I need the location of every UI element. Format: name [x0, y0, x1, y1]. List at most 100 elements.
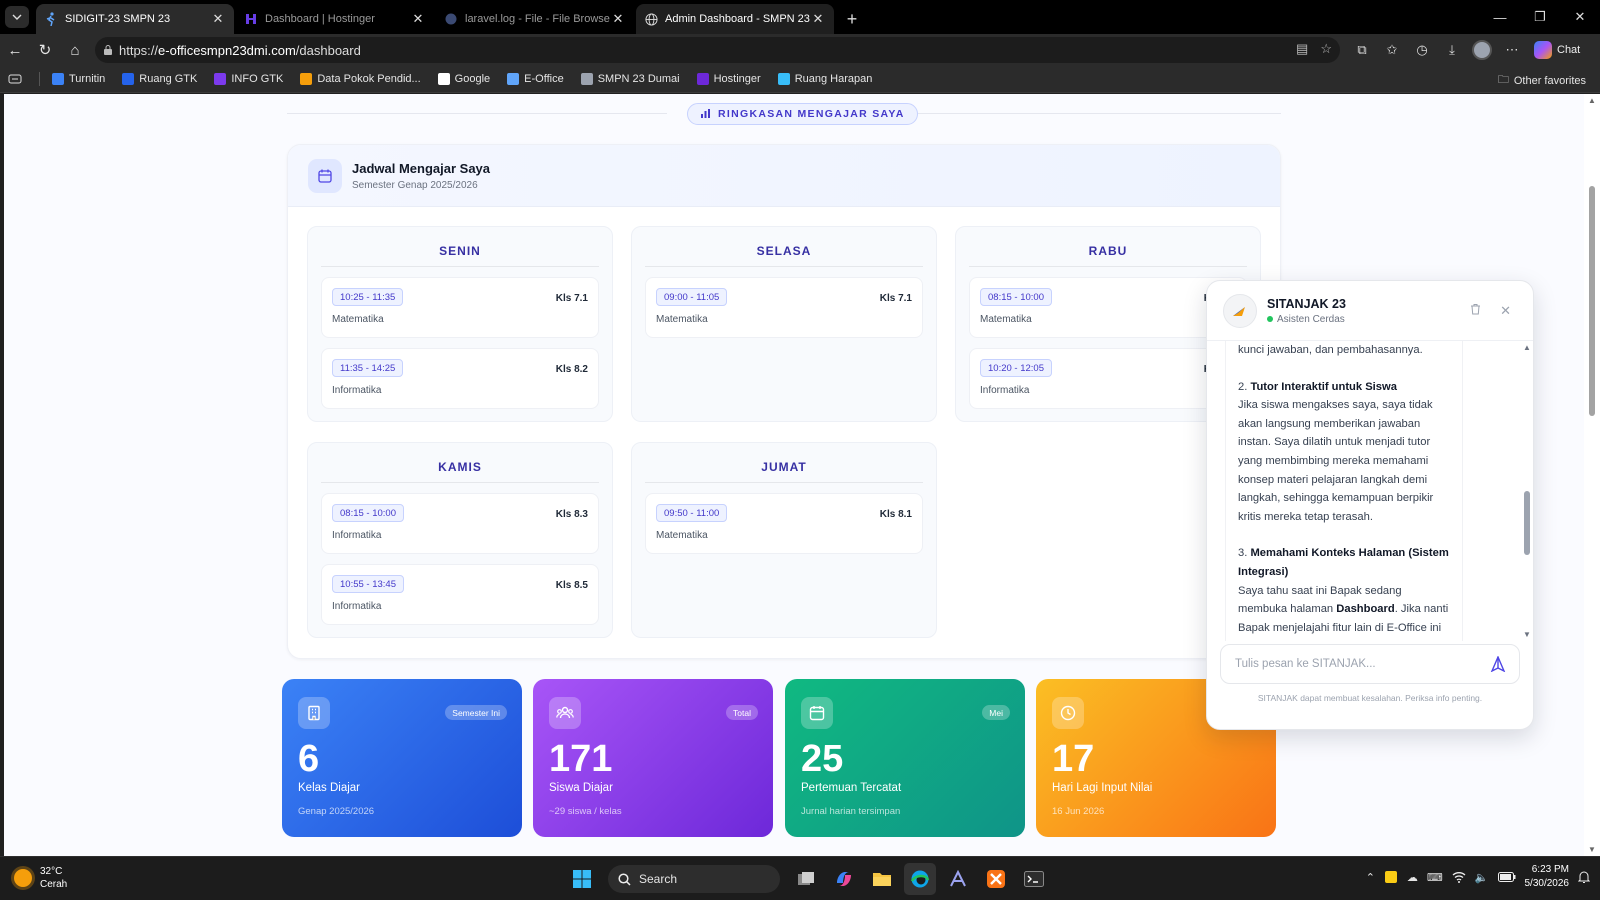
time-badge: 09:50 - 11:00: [656, 504, 728, 522]
scroll-up-icon[interactable]: ▲: [1588, 96, 1596, 105]
scroll-up-icon[interactable]: ▲: [1523, 343, 1531, 352]
favorite-icon: [437, 73, 450, 85]
weather-widget[interactable]: 32°C Cerah: [14, 865, 67, 891]
notes-app-icon[interactable]: [1384, 870, 1398, 884]
copilot-app-icon[interactable]: [828, 863, 860, 895]
schedule-header: Jadwal Mengajar Saya Semester Genap 2025…: [288, 145, 1280, 207]
scrollbar-thumb[interactable]: [1589, 186, 1595, 416]
folder-icon: 🗀: [1497, 74, 1509, 86]
tab-actions-button[interactable]: [0, 0, 34, 34]
task-view-icon[interactable]: [790, 863, 822, 895]
back-button[interactable]: ←: [0, 35, 30, 65]
schedule-slot[interactable]: 09:00 - 11:05 Kls 7.1 Matematika: [645, 277, 923, 338]
chat-scroll-thumb[interactable]: [1524, 491, 1530, 555]
close-icon[interactable]: ✕: [1500, 303, 1511, 319]
close-tab-icon[interactable]: ✕: [210, 11, 226, 27]
volume-icon[interactable]: 🔈: [1475, 871, 1489, 884]
restore-icon[interactable]: ❐: [1520, 0, 1560, 34]
chat-scrollbar[interactable]: ▲ ▼: [1522, 343, 1532, 639]
minimize-icon[interactable]: —: [1480, 0, 1520, 34]
favorite-link[interactable]: Google: [437, 73, 490, 85]
time-badge: 10:25 - 11:35: [332, 288, 404, 306]
copilot-chat-button[interactable]: Chat: [1534, 41, 1580, 59]
notifications-icon[interactable]: [1578, 870, 1590, 884]
page-scrollbar[interactable]: ▲ ▼: [1584, 94, 1600, 856]
favorite-link[interactable]: Ruang GTK: [122, 73, 197, 85]
tab-sidigit[interactable]: SIDIGIT-23 SMPN 23 ✕: [36, 4, 234, 34]
tab-hostinger[interactable]: Dashboard | Hostinger ✕: [236, 4, 434, 34]
schedule-slot[interactable]: 10:55 - 13:45 Kls 8.5 Informatika: [321, 564, 599, 625]
class-label: Kls 7.1: [555, 293, 588, 304]
divider: [907, 113, 1281, 114]
copilot-icon: [1534, 41, 1552, 59]
terminal-icon[interactable]: [1018, 863, 1050, 895]
new-tab-button[interactable]: +: [838, 4, 866, 34]
day-name: RABU: [969, 227, 1247, 267]
address-bar[interactable]: https://e-officesmpn23dmi.com/dashboard …: [95, 37, 1340, 63]
chat-header: SITANJAK 23 Asisten Cerdas ✕: [1207, 281, 1533, 341]
stat-card[interactable]: Total 171 Siswa Diajar ~29 siswa / kelas: [533, 679, 773, 837]
more-menu-icon[interactable]: ⋯: [1500, 38, 1524, 62]
favorite-link[interactable]: E-Office: [507, 73, 564, 85]
wifi-icon[interactable]: [1452, 871, 1466, 883]
schedule-slot[interactable]: 09:50 - 11:00 Kls 8.1 Matematika: [645, 493, 923, 554]
taskbar-search[interactable]: Search: [608, 865, 780, 893]
extensions-icon[interactable]: ⧉: [1350, 38, 1374, 62]
tab-admin-dashboard[interactable]: Admin Dashboard - SMPN 23 Dumai ✕: [636, 4, 834, 34]
stat-card[interactable]: Semester Ini 6 Kelas Diajar Genap 2025/2026: [282, 679, 522, 837]
keyboard-icon[interactable]: ⌨: [1427, 871, 1443, 884]
clock[interactable]: 6:23 PM 5/30/2026: [1525, 863, 1570, 891]
schedule-slot[interactable]: 11:35 - 14:25 Kls 8.2 Informatika: [321, 348, 599, 409]
scroll-down-icon[interactable]: ▼: [1588, 845, 1596, 854]
favorite-link[interactable]: Data Pokok Pendid...: [300, 73, 421, 85]
favorite-link[interactable]: Hostinger: [696, 73, 761, 85]
vscode-like-icon[interactable]: [942, 863, 974, 895]
file-explorer-icon[interactable]: [866, 863, 898, 895]
schedule-slot[interactable]: 10:25 - 11:35 Kls 7.1 Matematika: [321, 277, 599, 338]
xampp-icon[interactable]: [980, 863, 1012, 895]
globe-icon: [644, 12, 658, 26]
downloads-icon[interactable]: ⤓: [1440, 38, 1464, 62]
close-window-icon[interactable]: ✕: [1560, 0, 1600, 34]
bar-chart-icon: [700, 109, 711, 119]
class-label: Kls 8.3: [555, 509, 588, 520]
schedule-title: Jadwal Mengajar Saya: [352, 160, 491, 176]
close-tab-icon[interactable]: ✕: [610, 11, 626, 27]
schedule-subtitle: Semester Genap 2025/2026: [352, 179, 478, 191]
profile-avatar[interactable]: [1470, 38, 1494, 62]
subject-label: Informatika: [332, 601, 382, 612]
close-tab-icon[interactable]: ✕: [810, 11, 826, 27]
favorites-icon[interactable]: ✩: [1380, 38, 1404, 62]
favorite-link[interactable]: Turnitin: [52, 73, 105, 85]
history-icon[interactable]: ◷: [1410, 38, 1434, 62]
tab-title: Dashboard | Hostinger: [265, 13, 375, 25]
battery-icon[interactable]: [1497, 872, 1516, 882]
favorite-icon: [580, 73, 593, 85]
edge-icon[interactable]: [904, 863, 936, 895]
close-tab-icon[interactable]: ✕: [410, 11, 426, 27]
chat-message-input[interactable]: Tulis pesan ke SITANJAK...: [1220, 644, 1520, 684]
star-icon[interactable]: ☆: [1320, 41, 1332, 57]
send-icon[interactable]: [1490, 656, 1506, 672]
start-button[interactable]: [566, 863, 598, 895]
favorite-link[interactable]: SMPN 23 Dumai: [580, 73, 680, 85]
favorites-bar: Turnitin Ruang GTK INFO GTK Data Pokok Pend…: [0, 66, 1600, 93]
tab-file-browser[interactable]: laravel.log - File - File Browser ✕: [436, 4, 634, 34]
tab-title: SIDIGIT-23 SMPN 23: [65, 13, 171, 25]
stat-card[interactable]: Mei 25 Pertemuan Tercatat Jurnal harian ter…: [785, 679, 1025, 837]
chevron-up-icon[interactable]: ⌃: [1366, 871, 1375, 884]
other-favorites[interactable]: 🗀 Other favorites: [1498, 71, 1586, 90]
refresh-button[interactable]: ↻: [30, 35, 60, 65]
stat-subtext: 16 Jun 2026: [1052, 806, 1105, 817]
schedule-slot[interactable]: 08:15 - 10:00 Kls 8.3 Informatika: [321, 493, 599, 554]
tab-actions-icon[interactable]: [8, 74, 22, 84]
onedrive-icon[interactable]: ☁: [1407, 871, 1418, 884]
building-icon: [298, 697, 330, 729]
favorite-link[interactable]: INFO GTK: [214, 73, 283, 85]
subject-label: Informatika: [332, 530, 382, 541]
trash-icon[interactable]: [1470, 303, 1481, 315]
reader-view-icon[interactable]: ▤: [1296, 41, 1308, 57]
favorite-link[interactable]: Ruang Harapan: [777, 73, 872, 85]
home-button[interactable]: ⌂: [60, 35, 90, 65]
scroll-down-icon[interactable]: ▼: [1523, 630, 1531, 639]
